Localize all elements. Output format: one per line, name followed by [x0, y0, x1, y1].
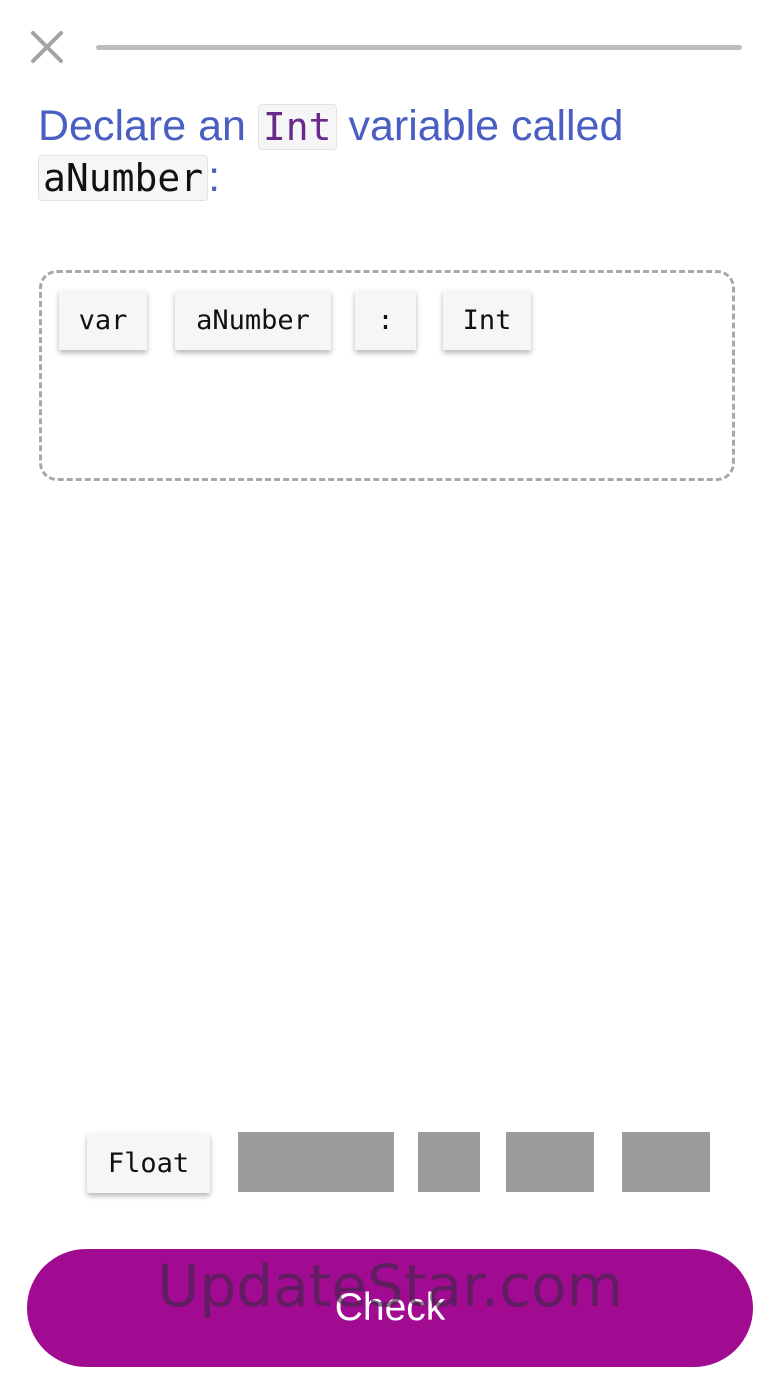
- word-bank-token[interactable]: Float: [87, 1133, 210, 1193]
- word-bank-empty-slot: [622, 1132, 710, 1192]
- prompt-text-before: Declare an: [38, 102, 258, 150]
- close-icon: [31, 31, 63, 63]
- word-bank-empty-slot: [418, 1132, 480, 1192]
- close-button[interactable]: [29, 29, 65, 65]
- word-bank-empty-slot: [238, 1132, 394, 1192]
- prompt-code-name: aNumber: [38, 155, 209, 201]
- question-prompt: Declare an Int variable called aNumber:: [38, 101, 738, 203]
- check-button[interactable]: Check: [27, 1249, 753, 1367]
- word-bank-empty-slot: [506, 1132, 594, 1192]
- answer-token[interactable]: aNumber: [175, 290, 331, 350]
- answer-token[interactable]: Int: [443, 290, 531, 350]
- prompt-text-after: :: [208, 153, 221, 201]
- answer-token[interactable]: var: [59, 290, 147, 350]
- progress-bar: [96, 45, 742, 50]
- answer-token[interactable]: :: [355, 290, 416, 350]
- prompt-code-type: Int: [257, 104, 337, 150]
- prompt-text-middle: variable called: [336, 102, 624, 150]
